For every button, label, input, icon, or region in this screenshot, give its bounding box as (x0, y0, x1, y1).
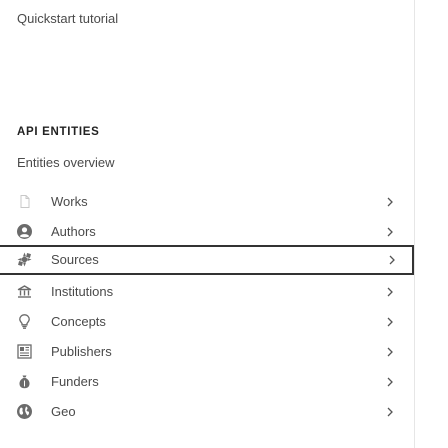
sidebar-item-authors[interactable]: Authors (0, 217, 413, 247)
document-icon (16, 193, 33, 210)
publisher-icon (16, 343, 33, 360)
sidebar-item-concepts[interactable]: Concepts (0, 307, 413, 337)
sidebar-item-funders[interactable]: Funders (0, 367, 413, 397)
sidebar-item-works[interactable]: Works (0, 187, 413, 217)
chevron-right-icon (387, 254, 397, 266)
sidebar-item-label: Authors (51, 224, 96, 239)
nav-link-entities-overview[interactable]: Entities overview (17, 155, 115, 171)
sidebar-item-label: Geo (51, 404, 76, 419)
institution-icon (16, 283, 33, 300)
chevron-right-icon (385, 316, 395, 328)
sidebar-item-label: Publishers (51, 344, 112, 359)
chevron-right-icon (385, 196, 395, 208)
sidebar-item-label: Sources (51, 252, 99, 267)
sidebar-item-institutions[interactable]: Institutions (0, 277, 413, 307)
sidebar-item-label: Works (51, 194, 88, 209)
person-icon (16, 223, 33, 240)
sidebar-item-publishers[interactable]: Publishers (0, 337, 413, 367)
globe-icon (16, 403, 33, 420)
chevron-right-icon (385, 346, 395, 358)
lightbulb-icon (16, 313, 33, 330)
chevron-right-icon (385, 406, 395, 418)
sources-icon (16, 251, 33, 268)
sidebar-item-sources[interactable]: Sources (0, 245, 414, 275)
sidebar-item-label: Funders (51, 374, 99, 389)
sidebar-item-label: Concepts (51, 314, 106, 329)
panel-divider (414, 0, 415, 448)
nav-link-quickstart-tutorial[interactable]: Quickstart tutorial (17, 11, 118, 27)
chevron-right-icon (385, 376, 395, 388)
funder-icon (16, 373, 33, 390)
chevron-right-icon (385, 226, 395, 238)
sidebar-item-label: Institutions (51, 284, 114, 299)
section-heading-api-entities: API ENTITIES (17, 126, 100, 138)
chevron-right-icon (385, 286, 395, 298)
sidebar-item-geo[interactable]: Geo (0, 397, 413, 427)
sidebar-panel: Quickstart tutorial API ENTITIES Entitie… (0, 0, 448, 448)
